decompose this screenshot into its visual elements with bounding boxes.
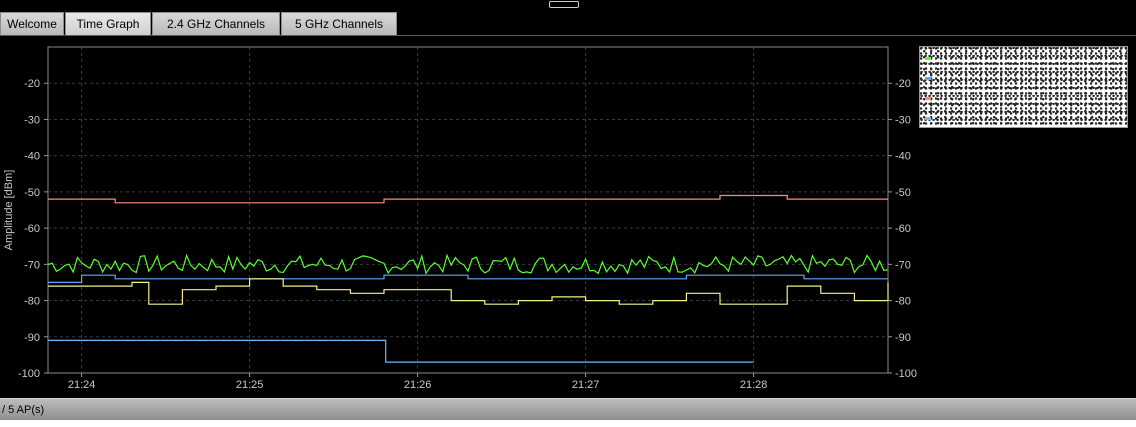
- y-tick-label-right: -20: [895, 78, 911, 90]
- y-tick-label: -80: [24, 296, 40, 308]
- legend-swatch-salmon: [925, 97, 931, 100]
- y-tick-label-right: -90: [895, 332, 911, 344]
- y-tick-label-right: -30: [895, 114, 911, 126]
- y-tick-label: -70: [24, 259, 40, 271]
- series-line-blue: [48, 274, 888, 283]
- tab-welcome[interactable]: Welcome: [0, 12, 64, 35]
- legend-thumbnail: [919, 46, 1128, 128]
- y-tick-label: -50: [24, 187, 40, 199]
- y-tick-label-right: -50: [895, 187, 911, 199]
- y-tick-label-right: -80: [895, 296, 911, 308]
- y-tick-label: -60: [24, 223, 40, 235]
- tab-strip: Welcome Time Graph 2.4 GHz Channels 5 GH…: [0, 12, 398, 36]
- legend-swatch-green: [925, 57, 931, 60]
- x-tick-label: 21:25: [236, 379, 264, 391]
- y-tick-label: -100: [18, 368, 40, 380]
- series-line-salmon: [48, 194, 888, 204]
- bottom-strip: [0, 420, 1136, 427]
- top-bar: [0, 0, 1136, 10]
- y-axis-label: Amplitude [dBm]: [3, 170, 15, 251]
- y-tick-label-right: -100: [895, 368, 917, 380]
- x-tick-label: 21:27: [572, 379, 600, 391]
- tab-5-ghz-channels[interactable]: 5 GHz Channels: [281, 12, 397, 35]
- y-tick-label: -20: [24, 78, 40, 90]
- splitter-grip[interactable]: [549, 1, 579, 8]
- legend-swatch-lightblue: [925, 117, 931, 120]
- y-tick-label: -40: [24, 151, 40, 163]
- status-bar: / 5 AP(s): [0, 398, 1136, 420]
- legend-swatch-blue: [925, 77, 931, 80]
- x-tick-label: 21:28: [740, 379, 768, 391]
- tab-time-graph[interactable]: Time Graph: [65, 12, 151, 35]
- y-tick-label-right: -40: [895, 151, 911, 163]
- series-line-lightblue: [48, 339, 754, 363]
- y-tick-label-right: -70: [895, 259, 911, 271]
- tab-underline: [0, 35, 1136, 36]
- y-tick-label-right: -60: [895, 223, 911, 235]
- x-tick-label: 21:26: [404, 379, 432, 391]
- tab-2-4-ghz-channels[interactable]: 2.4 GHz Channels: [152, 12, 280, 35]
- ap-count-text: / 5 AP(s): [2, 404, 45, 416]
- plot-frame: [47, 46, 889, 374]
- y-tick-label: -90: [24, 332, 40, 344]
- legend-noise-image: [920, 47, 1127, 127]
- y-tick-label: -30: [24, 114, 40, 126]
- x-tick-label: 21:24: [68, 379, 96, 391]
